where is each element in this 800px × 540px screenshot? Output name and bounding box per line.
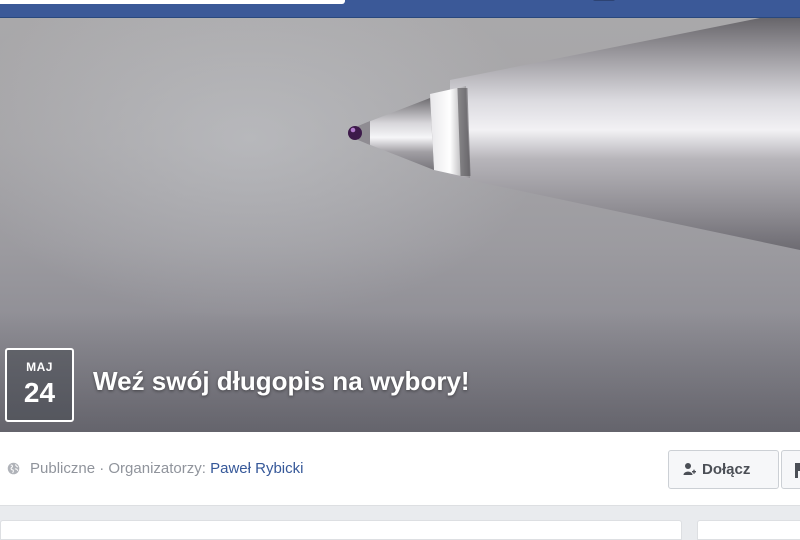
join-button-label: Dołącz (702, 461, 751, 478)
event-month: MAJ (26, 360, 53, 374)
join-button[interactable]: Dołącz (668, 450, 779, 489)
search-input[interactable] (0, 0, 345, 4)
event-day: 24 (23, 377, 56, 408)
organizer-link[interactable]: Paweł Rybicki (210, 460, 303, 477)
sidebar-panel (697, 520, 800, 540)
globe-icon (7, 462, 20, 475)
privacy-label: Publiczne (30, 460, 96, 477)
meta-separator: · (95, 460, 109, 477)
friend-requests-icon[interactable] (593, 0, 615, 1)
event-info-bar: Publiczne · Organizatorzy: Paweł Rybicki… (0, 432, 800, 506)
event-meta: Publiczne · Organizatorzy: Paweł Rybicki (30, 460, 303, 477)
event-date-badge: MAJ 24 (5, 348, 74, 422)
top-navigation-bar (0, 0, 800, 18)
organizers-label: Organizatorzy: (108, 460, 211, 477)
flag-icon (795, 463, 800, 478)
event-title: Weź swój długopis na wybory! (93, 366, 470, 396)
main-content-panel (0, 520, 682, 540)
more-options-button[interactable] (781, 450, 800, 489)
add-person-icon (683, 463, 696, 475)
